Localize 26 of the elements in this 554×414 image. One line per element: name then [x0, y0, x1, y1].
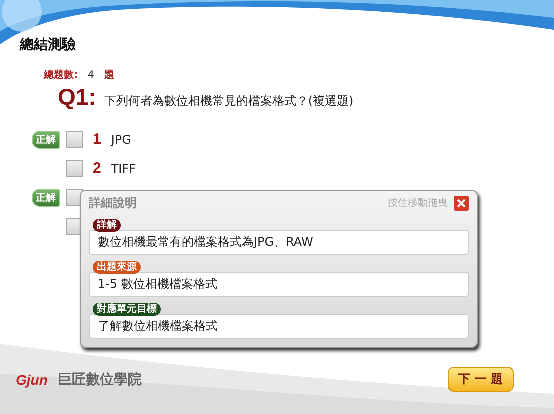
question-text: 下列何者為數位相機常見的檔案格式？(複選題)	[104, 93, 354, 110]
total-label: 總題數:	[44, 68, 78, 82]
total-count: 4	[88, 70, 94, 81]
option-label: TIFF	[111, 162, 136, 176]
option-number: 2	[93, 160, 102, 177]
dialog-title: 詳細說明	[89, 194, 137, 212]
section-text: 了解數位相機檔案格式	[89, 314, 469, 339]
school-name: 巨匠數位學院	[58, 370, 142, 388]
option-number: 1	[93, 131, 102, 148]
section-tag: 詳解	[93, 219, 121, 232]
answer-checkbox[interactable]	[66, 131, 83, 148]
drag-hint: 按住移動拖曳	[388, 196, 448, 210]
next-question-button[interactable]: 下 一 題	[448, 367, 514, 392]
option-label: JPG	[111, 132, 132, 146]
section-text: 1-5 數位相機檔案格式	[89, 272, 469, 297]
correct-badge: 正解	[32, 130, 60, 148]
section-tag: 對應單元目標	[93, 303, 161, 316]
close-icon[interactable]	[454, 196, 469, 210]
page-title: 總結測驗	[20, 36, 77, 54]
correct-badge: 正解	[32, 188, 60, 206]
question-number: Q1:	[58, 84, 96, 111]
answer-checkbox[interactable]	[66, 160, 83, 177]
total-unit: 題	[104, 68, 114, 82]
logo-text: Gjun	[16, 372, 48, 388]
section-text: 數位相機最常有的檔案格式為JPG、RAW	[89, 230, 469, 255]
section-tag: 出題來源	[93, 261, 141, 274]
